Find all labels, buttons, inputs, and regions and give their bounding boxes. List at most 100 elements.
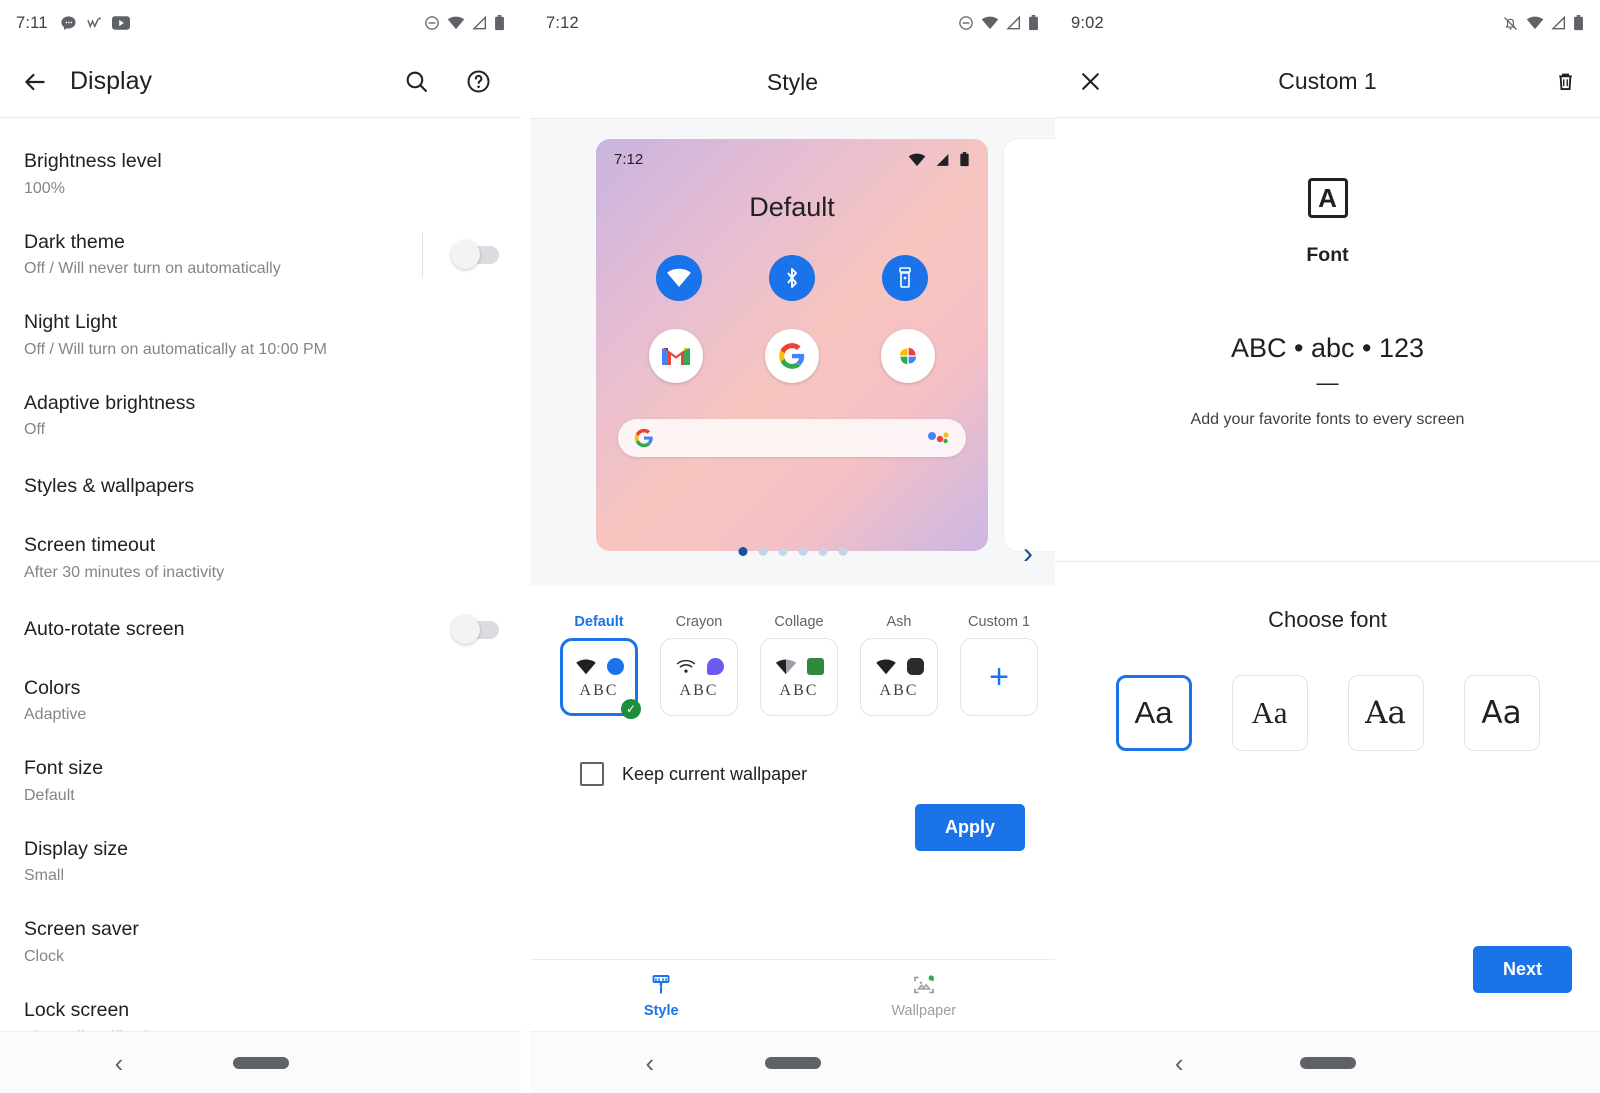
wallpaper-preview-card[interactable]: 7:12 Default xyxy=(596,139,988,551)
font-divider-dash: — xyxy=(1316,370,1339,395)
setting-row-night-light[interactable]: Night Light Off / Will turn on automatic… xyxy=(0,295,521,376)
quick-tile-bluetooth[interactable] xyxy=(768,255,815,301)
chat-icon xyxy=(61,15,76,30)
search-button[interactable] xyxy=(399,65,433,99)
nav-home-pill[interactable] xyxy=(764,1056,821,1069)
back-button[interactable] xyxy=(18,65,52,99)
battery-icon xyxy=(495,15,504,31)
status-bar-system-icons xyxy=(1502,15,1584,32)
style-chip-collage[interactable]: Collage ABC xyxy=(760,614,838,716)
assistant-icon[interactable] xyxy=(928,431,950,445)
nav-home-pill[interactable] xyxy=(1299,1056,1356,1069)
style-preview-carousel: 7:12 Default › xyxy=(530,118,1055,586)
keep-wallpaper-checkbox[interactable] xyxy=(580,762,604,786)
keep-current-wallpaper-row[interactable]: Keep current wallpaper xyxy=(530,716,1055,786)
tab-wallpaper-label: Wallpaper xyxy=(891,1002,957,1019)
close-button[interactable] xyxy=(1073,65,1107,99)
carousel-controls: › xyxy=(530,536,1055,572)
style-chip-tile[interactable]: ABC xyxy=(660,638,738,716)
next-row: Next xyxy=(1472,946,1572,993)
style-chip-tile[interactable]: ABC xyxy=(860,638,938,716)
dark-theme-toggle[interactable] xyxy=(451,239,499,269)
style-chip-custom-1[interactable]: Custom 1 + xyxy=(960,614,1038,716)
setting-row-adaptive-brightness[interactable]: Adaptive brightness Off xyxy=(0,376,521,457)
tab-style[interactable]: Style xyxy=(530,960,793,1031)
nav-back-icon[interactable]: ‹ xyxy=(1175,1050,1184,1076)
google-icon[interactable] xyxy=(765,329,819,383)
style-chip-label: Default xyxy=(574,614,624,630)
carousel-dot[interactable] xyxy=(778,547,787,556)
style-chip-tile[interactable]: ABC ✓ xyxy=(560,638,641,719)
font-option-2[interactable]: Aa xyxy=(1347,675,1424,752)
tab-wallpaper[interactable]: Wallpaper xyxy=(793,960,1056,1031)
carousel-dot[interactable] xyxy=(818,547,827,556)
carousel-dot[interactable] xyxy=(798,547,807,556)
style-chip-label: Custom 1 xyxy=(967,614,1031,630)
tab-style-label: Style xyxy=(643,1002,679,1019)
gmail-icon[interactable] xyxy=(649,329,703,383)
add-style-tile[interactable]: + xyxy=(960,638,1038,716)
status-bar-time: 9:02 xyxy=(1071,13,1104,32)
battery-icon xyxy=(960,152,969,167)
setting-title: Dark theme xyxy=(24,230,125,253)
setting-row-styles-wallpapers[interactable]: Styles & wallpapers xyxy=(0,456,521,518)
cellular-icon xyxy=(936,153,949,166)
setting-row-auto-rotate-screen[interactable]: Auto-rotate screen xyxy=(0,599,521,661)
setting-subtitle: Small xyxy=(24,867,65,885)
style-chip-crayon[interactable]: Crayon ABC xyxy=(660,614,738,716)
setting-row-screen-saver[interactable]: Screen saver Clock xyxy=(0,902,521,983)
quick-tile-wifi[interactable] xyxy=(655,255,702,301)
setting-row-display-size[interactable]: Display size Small xyxy=(0,822,521,903)
next-wallpaper-preview-card[interactable] xyxy=(1004,139,1055,551)
chevron-right-icon[interactable]: › xyxy=(1023,536,1033,572)
app-bar: Display xyxy=(0,46,521,118)
auto-rotate-toggle[interactable] xyxy=(451,614,499,644)
setting-row-colors[interactable]: Colors Adaptive xyxy=(0,661,521,742)
carousel-dot[interactable] xyxy=(838,547,847,556)
style-chip-abc: ABC xyxy=(779,681,819,699)
cellular-icon xyxy=(1551,16,1566,30)
carousel-dot[interactable] xyxy=(758,547,767,556)
apply-button[interactable]: Apply xyxy=(914,804,1025,851)
status-bar-notification-icons xyxy=(60,15,130,32)
nav-home-pill[interactable] xyxy=(232,1056,289,1069)
font-option-3[interactable]: Aa xyxy=(1463,675,1540,752)
three-phone-screenshots: 7:11 Display Brightness level 100% Dark … xyxy=(0,0,1600,1093)
setting-row-font-size[interactable]: Font size Default xyxy=(0,741,521,822)
style-chip-ash[interactable]: Ash ABC xyxy=(860,614,938,716)
wallpaper-icon xyxy=(913,974,934,993)
font-option-0[interactable]: Aa xyxy=(1115,675,1192,752)
carousel-dot[interactable] xyxy=(738,547,747,556)
photos-icon[interactable] xyxy=(881,329,935,383)
cellular-icon xyxy=(1006,16,1021,30)
page-title: Custom 1 xyxy=(1278,68,1377,94)
style-chip-default[interactable]: Default ABC ✓ xyxy=(560,614,641,719)
display-settings-screen: 7:11 Display Brightness level 100% Dark … xyxy=(0,0,521,1093)
style-chip-abc: ABC xyxy=(679,681,719,699)
setting-title: Styles & wallpapers xyxy=(24,475,195,498)
font-option-1[interactable]: Aa xyxy=(1231,675,1308,752)
nav-back-icon[interactable]: ‹ xyxy=(646,1050,655,1076)
style-chip-swatch xyxy=(606,658,624,675)
dnd-icon xyxy=(425,16,439,30)
font-sample-text: ABC • abc • 123 xyxy=(1230,333,1424,363)
delete-button[interactable] xyxy=(1548,65,1582,99)
wifi-solid-icon xyxy=(575,658,596,674)
font-hero-section: A Font ABC • abc • 123 — Add your favori… xyxy=(1055,118,1600,431)
wifi-line-icon xyxy=(676,659,695,673)
setting-title: Auto-rotate screen xyxy=(24,617,185,640)
help-button[interactable] xyxy=(461,65,495,99)
style-chip-tile[interactable]: ABC xyxy=(760,638,838,716)
setting-row-brightness-level[interactable]: Brightness level 100% xyxy=(0,134,521,215)
setting-row-dark-theme[interactable]: Dark theme Off / Will never turn on auto… xyxy=(0,215,521,296)
setting-title: Colors xyxy=(24,676,81,699)
preview-status-icons xyxy=(908,152,970,167)
bottom-tab-bar: Style Wallpaper xyxy=(530,959,1055,1031)
nav-back-icon[interactable]: ‹ xyxy=(115,1050,124,1076)
next-button[interactable]: Next xyxy=(1472,946,1572,993)
setting-subtitle: Off / Will turn on automatically at 10:0… xyxy=(24,340,327,358)
google-search-bar[interactable] xyxy=(618,419,966,457)
wish-icon xyxy=(87,16,101,28)
setting-row-screen-timeout[interactable]: Screen timeout After 30 minutes of inact… xyxy=(0,518,521,599)
quick-tile-flashlight[interactable] xyxy=(882,255,929,301)
